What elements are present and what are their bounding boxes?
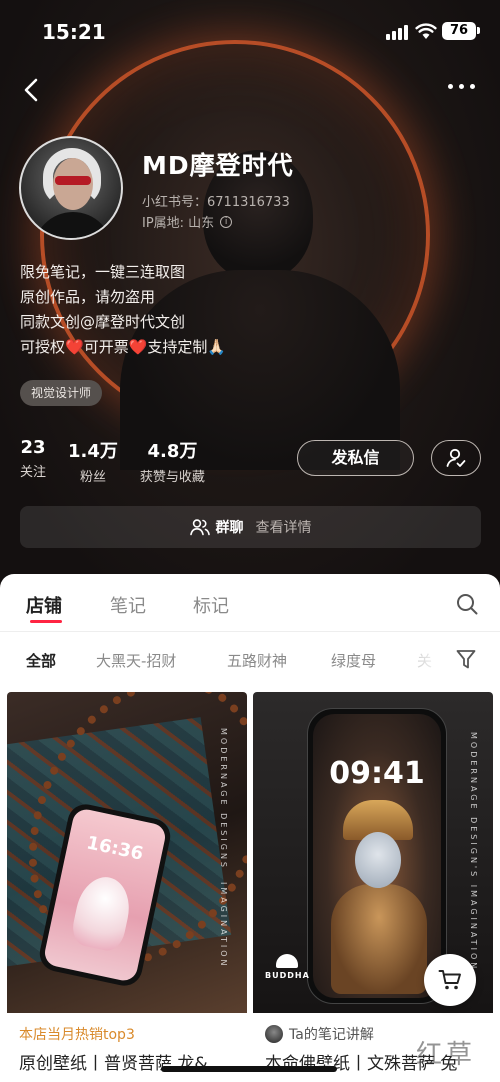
- author-avatar: [265, 1025, 283, 1043]
- wifi-icon: [415, 23, 437, 39]
- battery-tip: [477, 27, 480, 34]
- stat-following[interactable]: 23 关注: [20, 437, 46, 485]
- bio-line: 原创作品，请勿盗用: [20, 288, 156, 306]
- group-icon: [189, 519, 210, 536]
- pray-hands-icon: 🙏🏻: [207, 338, 227, 356]
- info-icon[interactable]: i: [220, 215, 233, 228]
- profile-id[interactable]: 小红书号：6711316733: [142, 191, 290, 210]
- tab-tagged[interactable]: 标记: [193, 592, 229, 618]
- profile-name: MD摩登时代: [142, 151, 294, 180]
- stat-followers[interactable]: 1.4万 粉丝: [68, 437, 118, 485]
- bio-text: 支持定制: [147, 338, 208, 356]
- search-icon[interactable]: [455, 592, 479, 616]
- profile-bio: 限免笔记，一键三连取图 原创作品，请勿盗用 同款文创@摩登时代文创 可授权❤️可…: [20, 260, 226, 360]
- card-author-row: Ta的笔记讲解: [265, 1024, 374, 1044]
- stat-likes-collections[interactable]: 4.8万 获赞与收藏: [140, 437, 205, 485]
- phone-mockup: 09:41: [307, 708, 447, 1004]
- ip-location-text: IP属地: 山东: [142, 216, 215, 231]
- tab-shop[interactable]: 店铺: [26, 592, 62, 618]
- bio-text: 可授权: [20, 338, 66, 356]
- heart-icon: ❤️: [128, 338, 148, 356]
- more-options-icon[interactable]: [448, 84, 475, 89]
- category-filter-bar: 全部 大黑天-招财 五路财神 绿度母 关: [0, 646, 500, 674]
- image-side-text: IMAGINATION: [219, 882, 228, 969]
- watermark: 红草: [416, 1040, 477, 1070]
- avatar[interactable]: [19, 136, 123, 240]
- bio-line: 限免笔记，一键三连取图: [20, 263, 186, 281]
- status-bar: 15:21 76: [0, 0, 500, 62]
- filter-item[interactable]: 大黑天-招财: [96, 650, 176, 671]
- stat-number: 1.4万: [68, 441, 118, 462]
- group-chat-bar[interactable]: 群聊 查看详情: [20, 506, 481, 548]
- active-tab-indicator: [30, 620, 62, 623]
- profile-ip-location: IP属地: 山东 i: [142, 212, 233, 231]
- shopping-cart-icon: [438, 970, 461, 990]
- stat-label: 粉丝: [79, 470, 106, 485]
- tab-notes[interactable]: 笔记: [110, 592, 146, 618]
- stat-number: 23: [20, 437, 46, 458]
- buddha-logo: BUDDHA: [265, 954, 310, 980]
- image-side-text: MODERNAGE DESIGN'S IMAGINATION: [469, 732, 478, 972]
- home-indicator: [161, 1066, 337, 1072]
- stat-number: 4.8万: [147, 441, 198, 462]
- group-chat-detail: 查看详情: [255, 520, 312, 536]
- filter-fade: [410, 646, 445, 674]
- cellular-signal-icon: [386, 24, 408, 40]
- image-side-text: MODERNAGE DESIGNS: [219, 728, 228, 870]
- profile-stats: 23 关注 1.4万 粉丝 4.8万 获赞与收藏: [20, 437, 205, 485]
- heart-icon: ❤️: [65, 338, 84, 356]
- card-badge-text: 本店当月热销top3: [19, 1027, 135, 1043]
- user-check-icon: [446, 448, 466, 467]
- follow-button[interactable]: [431, 440, 481, 476]
- logo-text: BUDDHA: [265, 971, 310, 980]
- battery-icon: 76: [442, 22, 476, 40]
- status-time: 15:21: [42, 20, 106, 44]
- send-message-button[interactable]: 发私信: [297, 440, 414, 476]
- bio-line: 同款文创@摩登时代文创: [20, 313, 186, 331]
- phone-clock: 09:41: [329, 756, 425, 791]
- content-sheet: 店铺 笔记 标记 全部 大黑天-招财 五路财神 绿度母 关 16:36: [0, 574, 500, 1082]
- product-card[interactable]: 09:41 MODERNAGE DESIGN'S IMAGINATION BUD…: [253, 692, 493, 1082]
- bio-text: 可开票: [83, 338, 129, 356]
- filter-funnel-icon[interactable]: [455, 648, 477, 670]
- filter-all[interactable]: 全部: [26, 650, 56, 671]
- profile-tag[interactable]: 视觉设计师: [20, 380, 103, 406]
- tab-bar: 店铺 笔记 标记: [0, 574, 500, 632]
- bio-line: 可授权❤️可开票❤️支持定制🙏🏻: [20, 335, 226, 360]
- product-image: 16:36 MODERNAGE DESIGNS IMAGINATION: [7, 692, 247, 1013]
- card-meta-text: Ta的笔记讲解: [289, 1027, 374, 1043]
- phone-clock: 16:36: [84, 832, 146, 865]
- product-card[interactable]: 16:36 MODERNAGE DESIGNS IMAGINATION 本店当月…: [7, 692, 247, 1082]
- filter-item[interactable]: 绿度母: [331, 650, 376, 671]
- back-arrow-icon[interactable]: [18, 76, 46, 104]
- filter-item[interactable]: 五路财神: [227, 650, 287, 671]
- stat-label: 获赞与收藏: [139, 470, 205, 485]
- stat-label: 关注: [20, 465, 47, 480]
- group-chat-title: 群聊: [215, 520, 244, 536]
- cart-button[interactable]: [424, 954, 476, 1006]
